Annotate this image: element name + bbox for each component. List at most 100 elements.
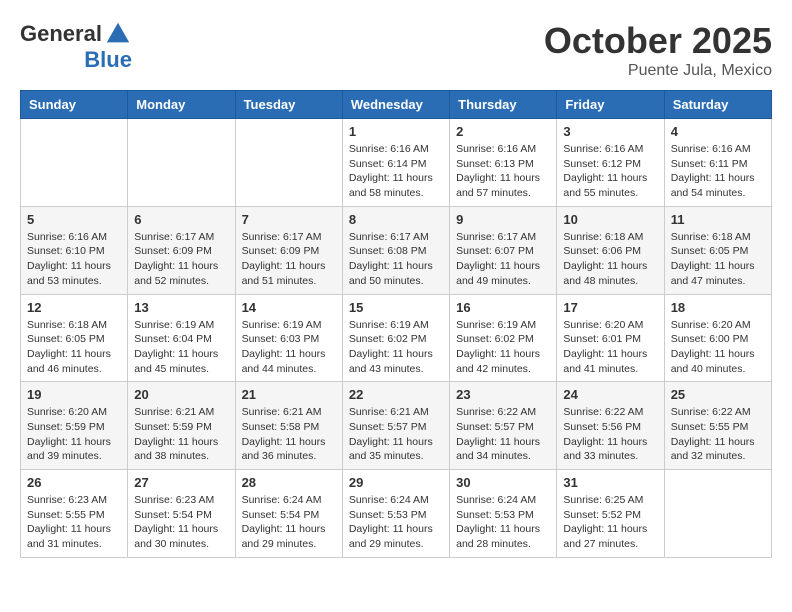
day-number: 14	[242, 300, 336, 315]
day-info: Sunrise: 6:19 AM Sunset: 6:02 PM Dayligh…	[456, 318, 550, 377]
logo-general: General	[20, 21, 102, 46]
day-number: 8	[349, 212, 443, 227]
calendar-cell: 13 Sunrise: 6:19 AM Sunset: 6:04 PM Dayli…	[128, 294, 235, 382]
calendar-week-2: 5Sunrise: 6:16 AM Sunset: 6:10 PM Daylig…	[21, 206, 772, 294]
day-info: Sunrise: 6:18 AM Sunset: 6:05 PM Dayligh…	[27, 318, 121, 377]
day-header-friday: Friday	[557, 91, 664, 119]
day-info: Sunrise: 6:22 AM Sunset: 5:57 PM Dayligh…	[456, 405, 550, 464]
day-info: Sunrise: 6:24 AM Sunset: 5:53 PM Dayligh…	[456, 493, 550, 552]
day-info: Sunrise: 6:23 AM Sunset: 5:54 PM Dayligh…	[134, 493, 228, 552]
day-number: 12	[27, 300, 121, 315]
day-info: Sunrise: 6:19 AM Sunset: 6:02 PM Dayligh…	[349, 318, 443, 377]
calendar-cell: 22 Sunrise: 6:21 AM Sunset: 5:57 PM Dayli…	[342, 382, 449, 470]
day-header-monday: Monday	[128, 91, 235, 119]
day-number: 22	[349, 387, 443, 402]
day-number: 29	[349, 475, 443, 490]
calendar-cell: 11Sunrise: 6:18 AM Sunset: 6:05 PM Dayli…	[664, 206, 771, 294]
calendar-cell: 1 Sunrise: 6:16 AM Sunset: 6:14 PM Daylig…	[342, 119, 449, 207]
calendar-cell: 24 Sunrise: 6:22 AM Sunset: 5:56 PM Dayli…	[557, 382, 664, 470]
day-info: Sunrise: 6:20 AM Sunset: 6:00 PM Dayligh…	[671, 318, 765, 377]
calendar-week-1: 1 Sunrise: 6:16 AM Sunset: 6:14 PM Daylig…	[21, 119, 772, 207]
calendar-cell: 5Sunrise: 6:16 AM Sunset: 6:10 PM Daylig…	[21, 206, 128, 294]
day-number: 13	[134, 300, 228, 315]
logo: General Blue	[20, 20, 132, 72]
day-info: Sunrise: 6:23 AM Sunset: 5:55 PM Dayligh…	[27, 493, 121, 552]
location-subtitle: Puente Jula, Mexico	[544, 62, 772, 80]
calendar-cell: 12 Sunrise: 6:18 AM Sunset: 6:05 PM Dayli…	[21, 294, 128, 382]
day-info: Sunrise: 6:20 AM Sunset: 6:01 PM Dayligh…	[563, 318, 657, 377]
calendar-cell	[21, 119, 128, 207]
day-number: 27	[134, 475, 228, 490]
calendar-cell: 6 Sunrise: 6:17 AM Sunset: 6:09 PM Daylig…	[128, 206, 235, 294]
day-info: Sunrise: 6:17 AM Sunset: 6:09 PM Dayligh…	[134, 230, 228, 289]
calendar-week-5: 26 Sunrise: 6:23 AM Sunset: 5:55 PM Dayli…	[21, 470, 772, 558]
day-number: 31	[563, 475, 657, 490]
day-info: Sunrise: 6:16 AM Sunset: 6:13 PM Dayligh…	[456, 142, 550, 201]
calendar-cell: 14 Sunrise: 6:19 AM Sunset: 6:03 PM Dayli…	[235, 294, 342, 382]
calendar-cell: 28Sunrise: 6:24 AM Sunset: 5:54 PM Dayli…	[235, 470, 342, 558]
calendar-week-3: 12 Sunrise: 6:18 AM Sunset: 6:05 PM Dayli…	[21, 294, 772, 382]
day-number: 4	[671, 124, 765, 139]
calendar-cell	[128, 119, 235, 207]
day-header-sunday: Sunday	[21, 91, 128, 119]
day-number: 18	[671, 300, 765, 315]
logo-blue: Blue	[84, 48, 132, 72]
calendar-cell	[664, 470, 771, 558]
calendar-week-4: 19Sunrise: 6:20 AM Sunset: 5:59 PM Dayli…	[21, 382, 772, 470]
day-number: 6	[134, 212, 228, 227]
day-info: Sunrise: 6:18 AM Sunset: 6:06 PM Dayligh…	[563, 230, 657, 289]
day-number: 24	[563, 387, 657, 402]
day-header-wednesday: Wednesday	[342, 91, 449, 119]
month-title: October 2025	[544, 20, 772, 62]
calendar-cell: 29 Sunrise: 6:24 AM Sunset: 5:53 PM Dayli…	[342, 470, 449, 558]
day-info: Sunrise: 6:17 AM Sunset: 6:08 PM Dayligh…	[349, 230, 443, 289]
day-number: 3	[563, 124, 657, 139]
day-info: Sunrise: 6:17 AM Sunset: 6:09 PM Dayligh…	[242, 230, 336, 289]
day-info: Sunrise: 6:21 AM Sunset: 5:58 PM Dayligh…	[242, 405, 336, 464]
day-number: 28	[242, 475, 336, 490]
day-number: 25	[671, 387, 765, 402]
day-header-tuesday: Tuesday	[235, 91, 342, 119]
day-header-saturday: Saturday	[664, 91, 771, 119]
calendar-cell: 31Sunrise: 6:25 AM Sunset: 5:52 PM Dayli…	[557, 470, 664, 558]
calendar-cell: 16Sunrise: 6:19 AM Sunset: 6:02 PM Dayli…	[450, 294, 557, 382]
logo-icon	[104, 20, 132, 48]
day-number: 17	[563, 300, 657, 315]
day-info: Sunrise: 6:21 AM Sunset: 5:57 PM Dayligh…	[349, 405, 443, 464]
calendar-cell: 15 Sunrise: 6:19 AM Sunset: 6:02 PM Dayli…	[342, 294, 449, 382]
day-info: Sunrise: 6:22 AM Sunset: 5:56 PM Dayligh…	[563, 405, 657, 464]
calendar-cell: 8 Sunrise: 6:17 AM Sunset: 6:08 PM Daylig…	[342, 206, 449, 294]
day-number: 1	[349, 124, 443, 139]
calendar-table: SundayMondayTuesdayWednesdayThursdayFrid…	[20, 90, 772, 558]
day-number: 2	[456, 124, 550, 139]
day-info: Sunrise: 6:24 AM Sunset: 5:53 PM Dayligh…	[349, 493, 443, 552]
page-header: General Blue October 2025 Puente Jula, M…	[20, 20, 772, 80]
day-info: Sunrise: 6:21 AM Sunset: 5:59 PM Dayligh…	[134, 405, 228, 464]
calendar-cell: 10 Sunrise: 6:18 AM Sunset: 6:06 PM Dayli…	[557, 206, 664, 294]
calendar-cell: 18 Sunrise: 6:20 AM Sunset: 6:00 PM Dayli…	[664, 294, 771, 382]
day-number: 26	[27, 475, 121, 490]
day-info: Sunrise: 6:19 AM Sunset: 6:03 PM Dayligh…	[242, 318, 336, 377]
day-number: 7	[242, 212, 336, 227]
calendar-cell: 27 Sunrise: 6:23 AM Sunset: 5:54 PM Dayli…	[128, 470, 235, 558]
day-number: 10	[563, 212, 657, 227]
day-number: 5	[27, 212, 121, 227]
calendar-header-row: SundayMondayTuesdayWednesdayThursdayFrid…	[21, 91, 772, 119]
day-info: Sunrise: 6:17 AM Sunset: 6:07 PM Dayligh…	[456, 230, 550, 289]
day-number: 15	[349, 300, 443, 315]
calendar-cell: 7 Sunrise: 6:17 AM Sunset: 6:09 PM Daylig…	[235, 206, 342, 294]
day-number: 19	[27, 387, 121, 402]
calendar-cell: 9 Sunrise: 6:17 AM Sunset: 6:07 PM Daylig…	[450, 206, 557, 294]
day-number: 20	[134, 387, 228, 402]
calendar-cell: 23Sunrise: 6:22 AM Sunset: 5:57 PM Dayli…	[450, 382, 557, 470]
calendar-cell: 20 Sunrise: 6:21 AM Sunset: 5:59 PM Dayli…	[128, 382, 235, 470]
day-info: Sunrise: 6:19 AM Sunset: 6:04 PM Dayligh…	[134, 318, 228, 377]
day-number: 9	[456, 212, 550, 227]
day-info: Sunrise: 6:18 AM Sunset: 6:05 PM Dayligh…	[671, 230, 765, 289]
day-info: Sunrise: 6:16 AM Sunset: 6:14 PM Dayligh…	[349, 142, 443, 201]
calendar-cell: 17 Sunrise: 6:20 AM Sunset: 6:01 PM Dayli…	[557, 294, 664, 382]
calendar-cell: 4Sunrise: 6:16 AM Sunset: 6:11 PM Daylig…	[664, 119, 771, 207]
calendar-cell	[235, 119, 342, 207]
title-block: October 2025 Puente Jula, Mexico	[544, 20, 772, 80]
calendar-cell: 19Sunrise: 6:20 AM Sunset: 5:59 PM Dayli…	[21, 382, 128, 470]
